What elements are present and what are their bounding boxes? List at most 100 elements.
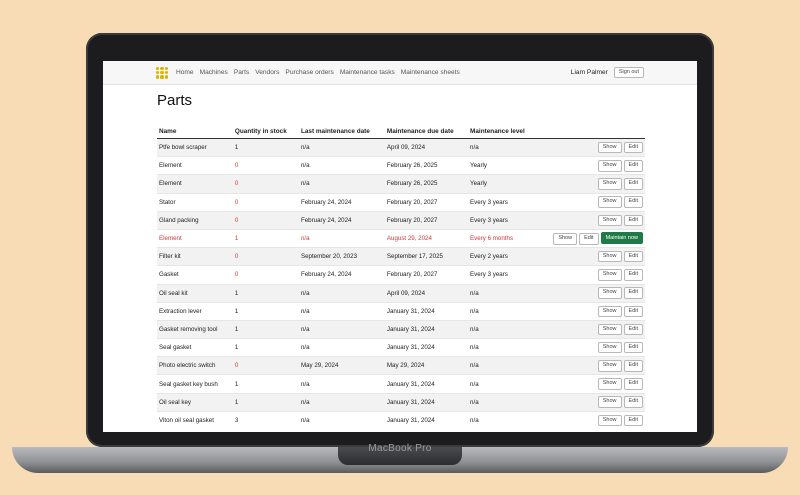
row-actions: Show Edit (549, 392, 645, 412)
cell-maintenance-level: Yearly (468, 156, 550, 175)
cell-quantity: 1 (232, 392, 299, 412)
sign-out-button[interactable]: Sign out (613, 66, 644, 79)
cell-name: Seal gasket key bush (157, 374, 233, 394)
edit-button[interactable]: Edit (623, 287, 643, 299)
nav-link-home[interactable]: Home (176, 69, 194, 76)
cell-last-maintenance: n/a (298, 374, 385, 394)
cell-name: Oil seal key (157, 392, 233, 412)
show-button[interactable]: Show (597, 323, 622, 336)
cell-quantity: 1 (232, 228, 299, 248)
show-button[interactable]: Show (597, 414, 622, 427)
show-button[interactable]: Show (597, 396, 622, 408)
parts-table: Name Quantity in stock Last maintenance … (157, 124, 645, 429)
row-actions: Show Edit (549, 210, 645, 230)
header-maintenance-due: Maintenance due date (384, 124, 469, 139)
cell-name: Gland packing (157, 210, 233, 230)
cell-last-maintenance: February 24, 2024 (298, 192, 385, 212)
cell-maintenance-level: Every 3 years (468, 192, 550, 212)
header-quantity: Quantity in stock (232, 124, 299, 139)
edit-button[interactable]: Edit (623, 341, 643, 354)
show-button[interactable]: Show (597, 287, 622, 299)
nav-link-vendors[interactable]: Vendors (255, 69, 279, 76)
cell-quantity: 1 (232, 137, 299, 157)
maintain-now-button[interactable]: Maintain now (600, 232, 643, 245)
nav-link-machines[interactable]: Machines (200, 69, 228, 76)
app-logo-icon[interactable] (156, 66, 168, 79)
header-actions (549, 124, 645, 139)
nav-link-maintenance-sheets[interactable]: Maintenance sheets (401, 69, 460, 76)
cell-last-maintenance: February 24, 2024 (298, 265, 385, 284)
show-button[interactable]: Show (597, 378, 622, 390)
show-button[interactable]: Show (597, 196, 622, 208)
table-row: Seal gasket key bush 1 n/a January 31, 2024… (157, 374, 645, 394)
cell-maintenance-level: n/a (468, 283, 550, 303)
row-actions: Show Edit (549, 192, 645, 212)
edit-button[interactable]: Edit (579, 233, 599, 245)
cell-maintenance-due: January 31, 2024 (384, 410, 469, 429)
edit-button[interactable]: Edit (623, 269, 643, 281)
cell-quantity: 0 (232, 247, 299, 266)
cell-maintenance-level: n/a (468, 356, 550, 375)
table-row: Gasket 0 February 24, 2024 February 20, 202… (157, 265, 645, 284)
show-button[interactable]: Show (597, 305, 622, 318)
table-header-row: Name Quantity in stock Last maintenance … (157, 124, 645, 139)
cell-name: Filter kit (157, 247, 233, 266)
edit-button[interactable]: Edit (623, 323, 643, 336)
edit-button[interactable]: Edit (623, 250, 643, 263)
nav-user-area: Liam Palmer Sign out (571, 66, 644, 79)
nav-link-maintenance-tasks[interactable]: Maintenance tasks (340, 69, 395, 76)
cell-maintenance-level: n/a (468, 374, 550, 394)
cell-last-maintenance: May 29, 2024 (298, 356, 385, 375)
edit-button[interactable]: Edit (623, 378, 643, 390)
table-row: Gland packing 0 February 24, 2024 February … (157, 210, 645, 230)
show-button[interactable]: Show (597, 250, 622, 263)
row-actions: Show Edit Maintain now (549, 228, 645, 248)
edit-button[interactable]: Edit (623, 141, 643, 154)
show-button[interactable]: Show (597, 214, 622, 227)
row-actions: Show Edit (549, 356, 645, 375)
cell-name: Stator (157, 192, 233, 212)
show-button[interactable]: Show (597, 160, 622, 172)
cell-maintenance-level: Every 3 years (468, 265, 550, 284)
row-actions: Show Edit (549, 319, 645, 339)
row-actions: Show Edit (549, 156, 645, 175)
cell-last-maintenance: n/a (298, 283, 385, 303)
nav-link-purchase-orders[interactable]: Purchase orders (285, 69, 333, 76)
edit-button[interactable]: Edit (623, 196, 643, 208)
table-row: Ptfe bowl scraper 1 n/a April 09, 2024 n/a Sh… (157, 137, 645, 157)
row-actions: Show Edit (549, 374, 645, 394)
show-button[interactable]: Show (597, 141, 622, 154)
show-button[interactable]: Show (597, 178, 622, 190)
show-button[interactable]: Show (553, 233, 578, 245)
edit-button[interactable]: Edit (623, 414, 643, 427)
edit-button[interactable]: Edit (623, 305, 643, 318)
cell-maintenance-level: n/a (468, 319, 550, 339)
show-button[interactable]: Show (597, 341, 622, 354)
cell-maintenance-due: February 20, 2027 (384, 210, 469, 230)
edit-button[interactable]: Edit (623, 396, 643, 408)
table-row: Element 0 n/a February 26, 2025 Yearly Show Ed… (157, 156, 645, 175)
edit-button[interactable]: Edit (623, 160, 643, 172)
show-button[interactable]: Show (597, 269, 622, 281)
cell-maintenance-due: January 31, 2024 (384, 319, 469, 339)
edit-button[interactable]: Edit (623, 178, 643, 190)
cell-maintenance-level: n/a (468, 137, 550, 157)
cell-last-maintenance: September 20, 2023 (298, 247, 385, 266)
header-name: Name (157, 124, 233, 139)
show-button[interactable]: Show (597, 360, 622, 372)
screen: Home Machines Parts Vendors Purchase ord… (103, 61, 697, 432)
cell-maintenance-due: January 31, 2024 (384, 338, 469, 357)
cell-quantity: 1 (232, 374, 299, 394)
nav-link-parts[interactable]: Parts (234, 69, 249, 76)
cell-name: Photo electric switch (157, 356, 233, 375)
cell-maintenance-due: February 20, 2027 (384, 192, 469, 212)
cell-quantity: 0 (232, 210, 299, 230)
edit-button[interactable]: Edit (623, 214, 643, 227)
edit-button[interactable]: Edit (623, 360, 643, 372)
cell-name: Element (157, 174, 233, 194)
table-row: Filter kit 0 September 20, 2023 September 1… (157, 247, 645, 266)
cell-maintenance-level: Every 3 years (468, 210, 550, 230)
cell-quantity: 0 (232, 192, 299, 212)
cell-quantity: 3 (232, 410, 299, 429)
cell-quantity: 1 (232, 338, 299, 357)
